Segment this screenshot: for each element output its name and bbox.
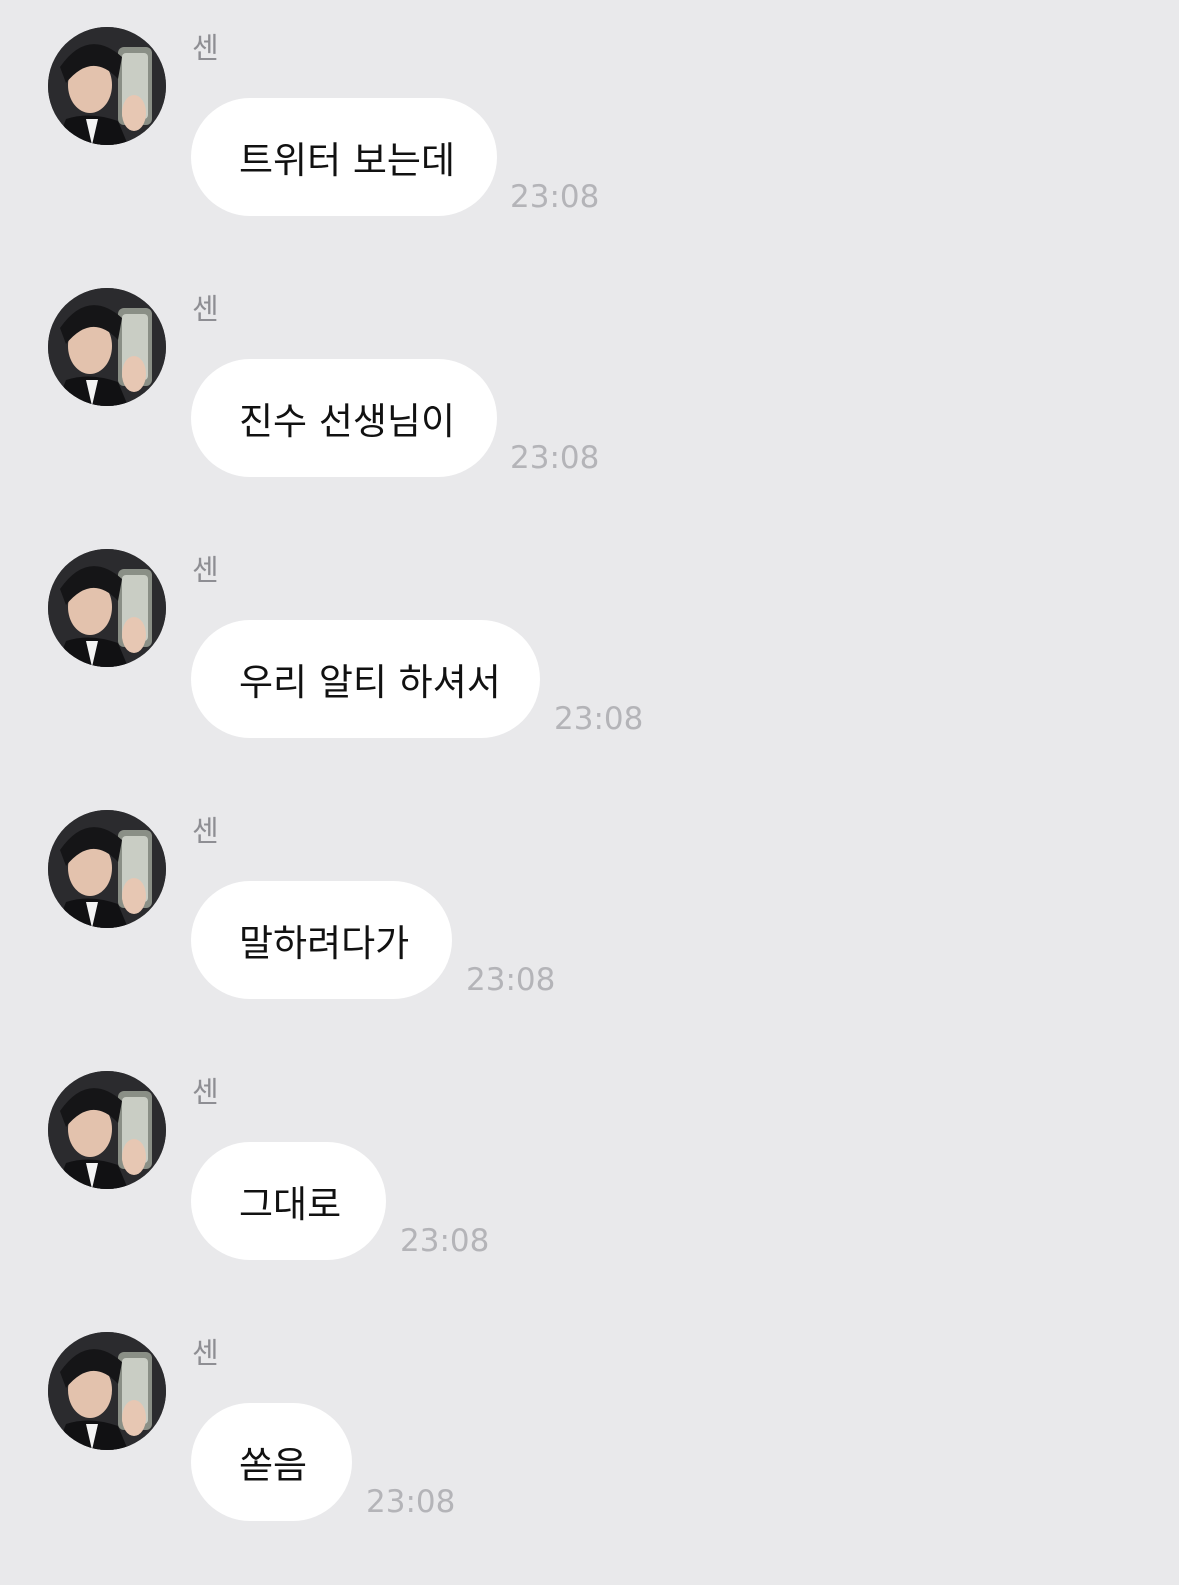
message-bubble[interactable]: 트위터 보는데 xyxy=(191,98,497,216)
sender-name: 센 xyxy=(192,1336,219,1370)
profile-photo-icon xyxy=(48,1071,166,1189)
message-time: 23:08 xyxy=(466,962,556,998)
message-time: 23:08 xyxy=(400,1223,490,1259)
message-time: 23:08 xyxy=(510,179,600,215)
sender-name: 센 xyxy=(192,31,219,65)
profile-photo-icon xyxy=(48,810,166,928)
message-bubble[interactable]: 진수 선생님이 xyxy=(191,359,497,477)
sender-name: 센 xyxy=(192,553,219,587)
profile-photo-icon xyxy=(48,288,166,406)
message-row: 센 우리 알티 하셔서 23:08 xyxy=(0,522,1179,752)
avatar[interactable] xyxy=(48,1071,166,1189)
message-row: 센 말하려다가 23:08 xyxy=(0,783,1179,1013)
sender-name: 센 xyxy=(192,292,219,326)
message-time: 23:08 xyxy=(366,1484,456,1520)
message-time: 23:08 xyxy=(554,701,644,737)
profile-photo-icon xyxy=(48,1332,166,1450)
message-bubble[interactable]: 우리 알티 하셔서 xyxy=(191,620,540,738)
message-bubble[interactable]: 말하려다가 xyxy=(191,881,452,999)
profile-photo-icon xyxy=(48,549,166,667)
message-row: 센 진수 선생님이 23:08 xyxy=(0,261,1179,491)
avatar[interactable] xyxy=(48,810,166,928)
profile-photo-icon xyxy=(48,27,166,145)
message-bubble[interactable]: 그대로 xyxy=(191,1142,386,1260)
avatar[interactable] xyxy=(48,288,166,406)
avatar[interactable] xyxy=(48,549,166,667)
avatar[interactable] xyxy=(48,27,166,145)
message-row: 센 쏟음 23:08 xyxy=(0,1305,1179,1535)
message-time: 23:08 xyxy=(510,440,600,476)
sender-name: 센 xyxy=(192,814,219,848)
message-row: 센 트위터 보는데 23:08 xyxy=(0,0,1179,230)
avatar[interactable] xyxy=(48,1332,166,1450)
message-row: 센 그대로 23:08 xyxy=(0,1044,1179,1274)
message-bubble[interactable]: 쏟음 xyxy=(191,1403,352,1521)
sender-name: 센 xyxy=(192,1075,219,1109)
